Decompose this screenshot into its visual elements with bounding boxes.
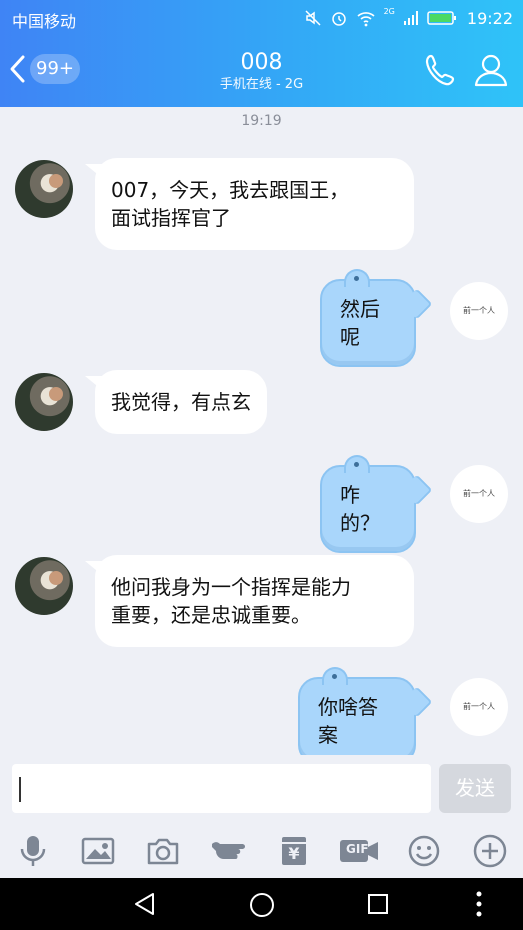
mic-icon (20, 836, 46, 866)
system-recents-button[interactable] (366, 892, 390, 920)
chat-nav-bar: 99+ 008 手机在线 - 2G (0, 36, 523, 107)
unread-badge: 99+ (30, 54, 80, 84)
message-bubble-incoming[interactable]: 我觉得，有点玄 (95, 370, 267, 434)
more-button[interactable] (472, 833, 508, 869)
message-text: 然后呢 (340, 297, 380, 349)
input-toolbar: ¥ GIF (0, 825, 523, 878)
profile-button[interactable] (473, 52, 509, 92)
camera-icon (147, 838, 179, 865)
poke-icon (212, 842, 245, 859)
message-text: 你啥答案 (318, 695, 378, 747)
poke-button[interactable] (210, 833, 250, 869)
plus-icon (473, 834, 507, 868)
message-input[interactable] (12, 764, 431, 813)
person-icon (474, 54, 508, 87)
send-button[interactable]: 发送 (439, 764, 511, 813)
message-bubble-outgoing[interactable]: 咋的？ (320, 455, 416, 553)
photo-button[interactable] (80, 833, 116, 869)
message-text-line: 重要，还是忠诚重要。 (111, 603, 311, 627)
square-recents-icon (368, 894, 388, 914)
wifi-icon (357, 12, 375, 27)
circle-home-icon (250, 893, 274, 917)
mute-icon (305, 10, 321, 26)
bubble-eye-decoration (332, 674, 337, 679)
message-text-line: 我觉得，有点玄 (111, 390, 251, 414)
contact-status: 手机在线 - 2G (219, 77, 304, 92)
message-text-line: 面试指挥官了 (111, 206, 231, 230)
voice-button[interactable] (15, 833, 51, 869)
clock: 19:22 (466, 8, 513, 28)
carrier-name: 中国移动 (12, 12, 77, 31)
composer: 发送 (0, 755, 523, 825)
alarm-icon (331, 12, 346, 26)
phone-icon (425, 54, 455, 86)
text-cursor (19, 777, 21, 802)
status-bar: 中国移动 2G 19:22 (0, 0, 523, 36)
triangle-back-icon (135, 893, 154, 915)
image-icon (81, 837, 115, 865)
header: 中国移动 2G 19:22 99+ 008 手机在线 - 2G (0, 0, 523, 107)
my-avatar[interactable]: 前一个人 (450, 465, 508, 523)
system-back-button[interactable] (133, 892, 157, 920)
message-bubble-incoming[interactable]: 007，今天，我去跟国王， 面试指挥官了 (95, 158, 414, 250)
my-avatar[interactable]: 前一个人 (450, 678, 508, 736)
call-button[interactable] (423, 52, 459, 92)
my-avatar[interactable]: 前一个人 (450, 282, 508, 340)
contact-avatar[interactable] (15, 557, 73, 615)
battery-icon (427, 11, 456, 25)
message-text: 咋的？ (340, 483, 380, 535)
network-type-label: 2G (383, 6, 395, 16)
message-text-line: 他问我身为一个指挥是能力 (111, 575, 351, 599)
contact-avatar[interactable] (15, 373, 73, 431)
title-block[interactable]: 008 手机在线 - 2G (150, 50, 373, 94)
chat-area[interactable]: 19:19 007，今天，我去跟国王， 面试指挥官了 然后呢 前一个人 我觉得，… (0, 107, 523, 765)
signal-icon (403, 11, 418, 25)
emoji-icon (408, 835, 440, 867)
message-bubble-outgoing[interactable]: 你啥答案 (298, 667, 416, 765)
red-packet-button[interactable]: ¥ (276, 833, 312, 869)
message-bubble-incoming[interactable]: 他问我身为一个指挥是能力 重要，还是忠诚重要。 (95, 555, 414, 647)
status-icons: 2G 19:22 (304, 6, 513, 30)
system-nav-bar (0, 878, 523, 930)
contact-avatar[interactable] (15, 160, 73, 218)
message-bubble-outgoing[interactable]: 然后呢 (320, 269, 416, 367)
system-menu-button[interactable] (474, 890, 484, 922)
system-home-button[interactable] (249, 892, 275, 922)
emoji-button[interactable] (406, 833, 442, 869)
yen-label: ¥ (288, 844, 300, 863)
bubble-eye-decoration (354, 462, 359, 467)
gif-button[interactable]: GIF (338, 833, 380, 869)
back-button[interactable]: 99+ (8, 54, 80, 84)
contact-name: 008 (240, 50, 283, 75)
more-vertical-icon (476, 891, 482, 917)
message-timestamp: 19:19 (241, 113, 282, 129)
message-text-line: 007，今天，我去跟国王， (111, 178, 350, 202)
bubble-eye-decoration (354, 276, 359, 281)
camera-button[interactable] (145, 833, 181, 869)
gif-label: GIF (346, 842, 369, 856)
chevron-left-icon (10, 55, 25, 83)
